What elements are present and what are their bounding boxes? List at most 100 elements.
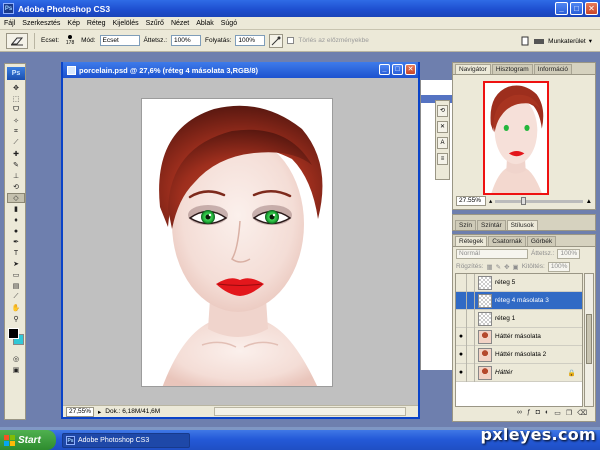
link-layers-icon[interactable]: ∞ bbox=[517, 409, 522, 419]
notes-tool-icon[interactable]: ▤ bbox=[7, 281, 25, 291]
lock-transparency-icon[interactable]: ▦ bbox=[486, 263, 492, 271]
layer-visibility-eye-icon[interactable] bbox=[456, 309, 467, 328]
trash-icon[interactable]: ⌫ bbox=[577, 409, 587, 419]
layer-visibility-eye-icon[interactable] bbox=[456, 274, 467, 292]
blend-mode-select[interactable]: Normál bbox=[456, 248, 528, 259]
layer-visibility-eye-icon[interactable]: ● bbox=[456, 327, 467, 346]
menu-image[interactable]: Kép bbox=[67, 20, 79, 27]
zoom-out-icon[interactable]: ▴ bbox=[489, 197, 492, 205]
eraser-tool-icon[interactable]: ◇ bbox=[7, 193, 25, 203]
layer-row[interactable]: réteg 4 másolata 3 bbox=[456, 291, 582, 310]
tab-swatches[interactable]: Színtár bbox=[477, 220, 506, 230]
navigator-zoom-slider[interactable] bbox=[495, 196, 583, 205]
menu-file[interactable]: Fájl bbox=[4, 20, 15, 27]
navigator-thumbnail[interactable] bbox=[483, 81, 549, 195]
horizontal-scrollbar[interactable] bbox=[214, 407, 406, 416]
menu-help[interactable]: Súgó bbox=[221, 20, 237, 27]
menu-view[interactable]: Nézet bbox=[171, 20, 189, 27]
history-panel-icon[interactable]: ⟲ bbox=[437, 105, 448, 117]
brush-picker[interactable]: 178 bbox=[63, 33, 77, 49]
dodge-tool-icon[interactable]: ● bbox=[7, 226, 25, 236]
marquee-tool-icon[interactable]: ⬚ bbox=[7, 94, 25, 104]
new-group-icon[interactable]: ▭ bbox=[554, 409, 561, 419]
path-selection-icon[interactable]: ➤ bbox=[7, 259, 25, 269]
tool-preset-picker[interactable] bbox=[6, 32, 28, 49]
layer-visibility-eye-icon[interactable]: ● bbox=[456, 363, 467, 382]
paragraph-panel-icon[interactable]: ≡ bbox=[437, 153, 448, 165]
maximize-button[interactable]: □ bbox=[570, 2, 583, 15]
hand-tool-icon[interactable]: ✋ bbox=[7, 303, 25, 313]
menu-filter[interactable]: Szűrő bbox=[146, 20, 164, 27]
tab-color[interactable]: Szín bbox=[455, 220, 477, 230]
layer-row[interactable]: réteg 1 bbox=[456, 309, 582, 328]
workspace-menu[interactable]: Munkaterület ▾ bbox=[520, 36, 592, 46]
layer-link-cell[interactable] bbox=[467, 291, 475, 310]
minimize-button[interactable]: _ bbox=[555, 2, 568, 15]
menu-layer[interactable]: Réteg bbox=[87, 20, 106, 27]
lasso-tool-icon[interactable]: ᗜ bbox=[7, 105, 25, 115]
foreground-color-swatch[interactable] bbox=[8, 328, 19, 339]
airbrush-toggle[interactable] bbox=[269, 33, 284, 48]
layer-link-cell[interactable] bbox=[467, 327, 475, 346]
lock-position-icon[interactable]: ✥ bbox=[504, 263, 509, 271]
document-close-button[interactable]: ✕ bbox=[405, 64, 416, 75]
scrollbar-thumb[interactable] bbox=[586, 314, 592, 364]
layer-link-cell[interactable] bbox=[467, 274, 475, 292]
character-panel-icon[interactable]: A bbox=[437, 137, 448, 149]
lock-all-icon[interactable]: ▣ bbox=[513, 263, 519, 271]
tab-histogram[interactable]: Hisztogram bbox=[491, 64, 533, 74]
tab-navigator[interactable]: Navigátor bbox=[455, 64, 491, 74]
menu-select[interactable]: Kijelölés bbox=[113, 20, 139, 27]
gradient-tool-icon[interactable]: ▮ bbox=[7, 204, 25, 214]
erase-to-history-checkbox[interactable] bbox=[287, 37, 295, 44]
layer-link-cell[interactable] bbox=[467, 345, 475, 364]
layer-row[interactable]: ● Háttér 🔒 bbox=[456, 363, 582, 382]
tab-curves[interactable]: Görbék bbox=[526, 236, 557, 246]
brush-tool-icon[interactable]: ✎ bbox=[7, 160, 25, 170]
menu-edit[interactable]: Szerkesztés bbox=[22, 20, 60, 27]
move-tool-icon[interactable]: ✥ bbox=[7, 83, 25, 93]
start-button[interactable]: Start bbox=[0, 430, 56, 450]
color-swatches[interactable] bbox=[7, 327, 24, 351]
shape-tool-icon[interactable]: ▭ bbox=[7, 270, 25, 280]
layer-style-icon[interactable]: ƒ bbox=[527, 409, 531, 419]
layer-row[interactable]: ● Háttér másolata bbox=[456, 327, 582, 346]
screen-mode-icon[interactable]: ▣ bbox=[7, 365, 25, 375]
tab-info[interactable]: Információ bbox=[533, 64, 573, 74]
tools-panel-icon[interactable]: ✕ bbox=[437, 121, 448, 133]
layer-row[interactable]: ● Háttér másolata 2 bbox=[456, 345, 582, 364]
layer-list-scrollbar[interactable] bbox=[584, 273, 594, 407]
navigator-zoom-field[interactable]: 27.55% bbox=[456, 196, 486, 206]
layer-row[interactable]: réteg 5 bbox=[456, 274, 582, 292]
document-canvas-area[interactable] bbox=[63, 78, 418, 405]
document-minimize-button[interactable]: _ bbox=[379, 64, 390, 75]
flow-input[interactable]: 100% bbox=[235, 35, 266, 46]
new-layer-icon[interactable]: ❐ bbox=[566, 409, 572, 419]
crop-tool-icon[interactable]: ⌗ bbox=[7, 127, 25, 137]
quick-mask-icon[interactable]: ◎ bbox=[7, 354, 25, 364]
lock-pixels-icon[interactable]: ✎ bbox=[496, 263, 501, 271]
slice-tool-icon[interactable]: ⟋ bbox=[7, 138, 25, 148]
type-tool-icon[interactable]: T bbox=[7, 248, 25, 258]
opacity-input[interactable]: 100% bbox=[171, 35, 201, 46]
tab-layers[interactable]: Rétegek bbox=[455, 236, 488, 246]
mode-select[interactable]: Ecset bbox=[99, 35, 140, 46]
zoom-in-icon[interactable]: ▲ bbox=[586, 198, 592, 205]
adjustment-layer-icon[interactable]: ◐ bbox=[545, 409, 549, 419]
fill-input[interactable]: 100% bbox=[547, 261, 571, 272]
close-button[interactable]: ✕ bbox=[585, 2, 598, 15]
clone-stamp-icon[interactable]: ⊥ bbox=[7, 171, 25, 181]
window-title-bar[interactable]: Ps Adobe Photoshop CS3 _ □ ✕ bbox=[0, 0, 600, 17]
history-brush-icon[interactable]: ⟲ bbox=[7, 182, 25, 192]
layer-visibility-eye-icon[interactable] bbox=[456, 291, 467, 310]
document-info-arrow-icon[interactable]: ▸ bbox=[98, 408, 101, 416]
zoom-slider-handle[interactable] bbox=[521, 196, 527, 205]
eyedropper-icon[interactable]: ⟋ bbox=[7, 292, 25, 302]
blur-tool-icon[interactable]: ♦ bbox=[7, 215, 25, 225]
document-title-bar[interactable]: porcelain.psd @ 27,6% (réteg 4 másolata … bbox=[63, 62, 418, 78]
taskbar-item-photoshop[interactable]: Ps Adobe Photoshop CS3 bbox=[62, 433, 190, 448]
tab-styles[interactable]: Stílusok bbox=[506, 220, 538, 230]
layer-link-cell[interactable] bbox=[467, 309, 475, 328]
magic-wand-icon[interactable]: ✧ bbox=[7, 116, 25, 126]
tab-channels[interactable]: Csatornák bbox=[488, 236, 526, 246]
